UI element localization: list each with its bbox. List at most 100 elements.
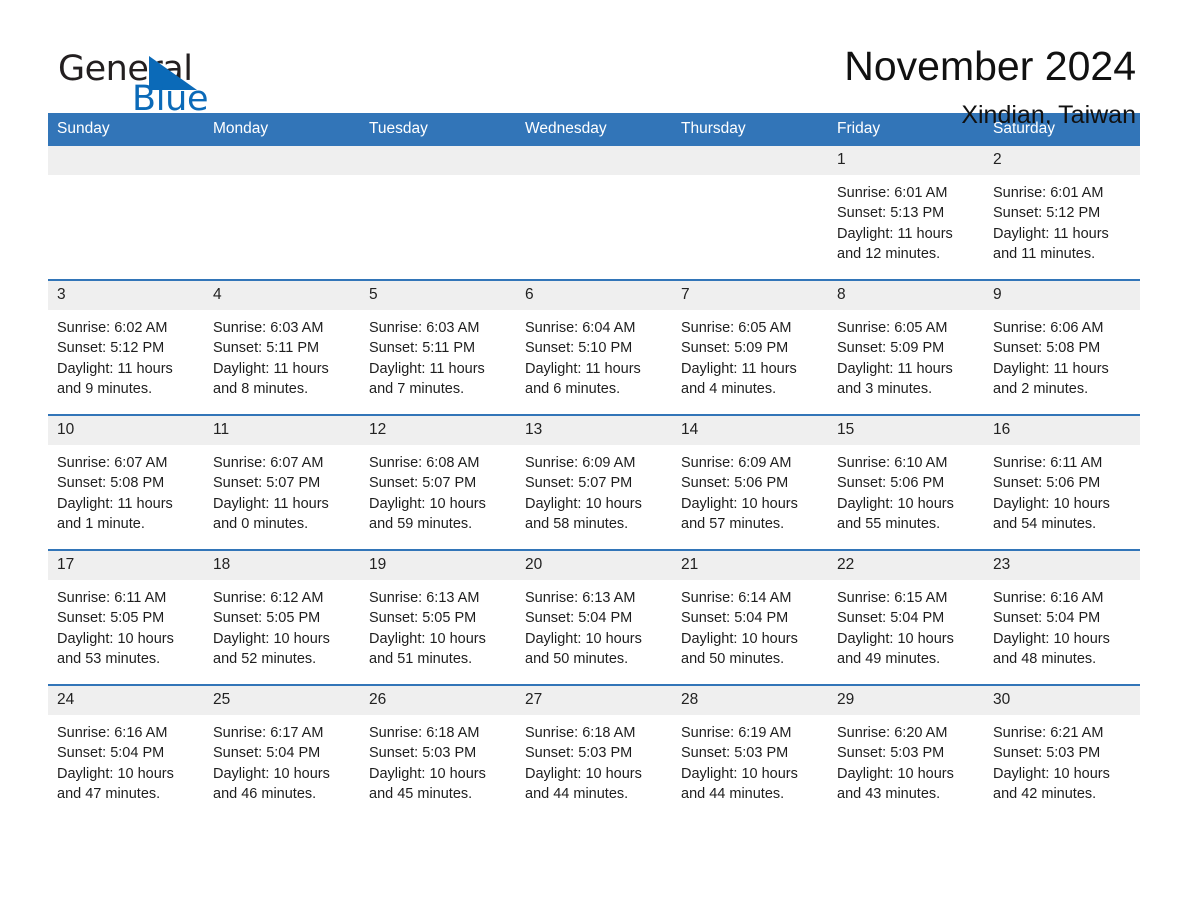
sunrise-text: Sunrise: 6:01 AM <box>993 185 1104 201</box>
day-cell[interactable]: 17 Sunrise: 6:11 AM Sunset: 5:05 PM Dayligh… <box>48 551 204 684</box>
day-cell[interactable]: 20 Sunrise: 6:13 AM Sunset: 5:04 PM Dayligh… <box>516 551 672 684</box>
sunrise-text: Sunrise: 6:07 AM <box>57 455 168 471</box>
day-details: Sunrise: 6:11 AM Sunset: 5:06 PM Daylight:… <box>984 445 1140 534</box>
day-cell[interactable]: 4 Sunrise: 6:03 AM Sunset: 5:11 PM Daylight… <box>204 281 360 414</box>
calendar-week-row: 17 Sunrise: 6:11 AM Sunset: 5:05 PM Dayligh… <box>48 549 1140 685</box>
day-cell[interactable]: 30 Sunrise: 6:21 AM Sunset: 5:03 PM Dayligh… <box>984 686 1140 819</box>
sunset-text: Sunset: 5:06 PM <box>681 475 789 492</box>
day-cell[interactable]: 19 Sunrise: 6:13 AM Sunset: 5:05 PM Dayligh… <box>360 551 516 684</box>
daylight-text: Daylight: 10 hours and 54 minutes. <box>993 495 1110 532</box>
day-cell[interactable]: 27 Sunrise: 6:18 AM Sunset: 5:03 PM Dayligh… <box>516 686 672 819</box>
day-cell[interactable]: 11 Sunrise: 6:07 AM Sunset: 5:07 PM Dayligh… <box>204 416 360 549</box>
calendar-cell: 4 Sunrise: 6:03 AM Sunset: 5:11 PM Daylight… <box>204 279 360 415</box>
day-cell[interactable]: 8 Sunrise: 6:05 AM Sunset: 5:09 PM Daylight… <box>828 281 984 414</box>
day-number: 18 <box>204 551 360 580</box>
calendar-cell: 3 Sunrise: 6:02 AM Sunset: 5:12 PM Daylight… <box>48 279 204 415</box>
day-details: Sunrise: 6:15 AM Sunset: 5:04 PM Daylight:… <box>828 580 984 669</box>
day-number: 26 <box>360 686 516 715</box>
sunrise-text: Sunrise: 6:16 AM <box>993 590 1104 606</box>
day-details: Sunrise: 6:03 AM Sunset: 5:11 PM Daylight:… <box>360 310 516 399</box>
day-cell[interactable]: 22 Sunrise: 6:15 AM Sunset: 5:04 PM Dayligh… <box>828 551 984 684</box>
calendar-cell: 14 Sunrise: 6:09 AM Sunset: 5:06 PM Dayligh… <box>672 414 828 550</box>
sunset-text: Sunset: 5:04 PM <box>681 610 789 627</box>
sunset-text: Sunset: 5:08 PM <box>993 340 1101 357</box>
calendar-cell: 2 Sunrise: 6:01 AM Sunset: 5:12 PM Daylight… <box>984 146 1140 280</box>
day-details: Sunrise: 6:01 AM Sunset: 5:12 PM Daylight:… <box>984 175 1140 264</box>
day-number: 1 <box>828 146 984 175</box>
day-cell[interactable]: 16 Sunrise: 6:11 AM Sunset: 5:06 PM Dayligh… <box>984 416 1140 549</box>
day-cell[interactable]: 7 Sunrise: 6:05 AM Sunset: 5:09 PM Daylight… <box>672 281 828 414</box>
calendar-cell: 26 Sunrise: 6:18 AM Sunset: 5:03 PM Dayligh… <box>360 684 516 819</box>
calendar-week-row: 3 Sunrise: 6:02 AM Sunset: 5:12 PM Daylight… <box>48 279 1140 415</box>
day-cell[interactable]: 15 Sunrise: 6:10 AM Sunset: 5:06 PM Dayligh… <box>828 416 984 549</box>
day-number: 10 <box>48 416 204 445</box>
calendar-cell: 20 Sunrise: 6:13 AM Sunset: 5:04 PM Dayligh… <box>516 549 672 685</box>
day-number: 15 <box>828 416 984 445</box>
day-cell[interactable]: 21 Sunrise: 6:14 AM Sunset: 5:04 PM Dayligh… <box>672 551 828 684</box>
day-cell[interactable]: 14 Sunrise: 6:09 AM Sunset: 5:06 PM Dayligh… <box>672 416 828 549</box>
day-number: 22 <box>828 551 984 580</box>
sunrise-text: Sunrise: 6:13 AM <box>369 590 480 606</box>
day-number: 11 <box>204 416 360 445</box>
sunrise-text: Sunrise: 6:09 AM <box>681 455 792 471</box>
sunset-text: Sunset: 5:05 PM <box>213 610 321 627</box>
empty-day-cell <box>360 146 516 279</box>
day-cell[interactable]: 29 Sunrise: 6:20 AM Sunset: 5:03 PM Dayligh… <box>828 686 984 819</box>
sunrise-sunset-calendar: Sunday Monday Tuesday Wednesday Thursday… <box>48 113 1140 819</box>
sunset-text: Sunset: 5:04 PM <box>525 610 633 627</box>
calendar-page: General Blue November 2024 Xindian, Taiw… <box>0 0 1188 918</box>
day-number: 4 <box>204 281 360 310</box>
day-details: Sunrise: 6:04 AM Sunset: 5:10 PM Daylight:… <box>516 310 672 399</box>
sunset-text: Sunset: 5:03 PM <box>525 745 633 762</box>
daylight-text: Daylight: 10 hours and 44 minutes. <box>681 765 798 802</box>
calendar-cell: 24 Sunrise: 6:16 AM Sunset: 5:04 PM Dayligh… <box>48 684 204 819</box>
day-cell[interactable]: 24 Sunrise: 6:16 AM Sunset: 5:04 PM Dayligh… <box>48 686 204 819</box>
day-number: 19 <box>360 551 516 580</box>
day-number: 24 <box>48 686 204 715</box>
day-cell[interactable]: 3 Sunrise: 6:02 AM Sunset: 5:12 PM Daylight… <box>48 281 204 414</box>
day-cell[interactable]: 28 Sunrise: 6:19 AM Sunset: 5:03 PM Dayligh… <box>672 686 828 819</box>
day-cell[interactable]: 6 Sunrise: 6:04 AM Sunset: 5:10 PM Daylight… <box>516 281 672 414</box>
day-number: 5 <box>360 281 516 310</box>
logo-word-blue: Blue <box>132 79 209 119</box>
sunset-text: Sunset: 5:04 PM <box>837 610 945 627</box>
sunrise-text: Sunrise: 6:02 AM <box>57 320 168 336</box>
sunset-text: Sunset: 5:04 PM <box>57 745 165 762</box>
day-number: 13 <box>516 416 672 445</box>
location-subtitle: Xindian, Taiwan <box>961 101 1136 130</box>
day-cell[interactable]: 13 Sunrise: 6:09 AM Sunset: 5:07 PM Dayligh… <box>516 416 672 549</box>
calendar-cell: 25 Sunrise: 6:17 AM Sunset: 5:04 PM Dayligh… <box>204 684 360 819</box>
day-cell[interactable]: 25 Sunrise: 6:17 AM Sunset: 5:04 PM Dayligh… <box>204 686 360 819</box>
day-cell[interactable]: 12 Sunrise: 6:08 AM Sunset: 5:07 PM Dayligh… <box>360 416 516 549</box>
day-cell[interactable]: 5 Sunrise: 6:03 AM Sunset: 5:11 PM Daylight… <box>360 281 516 414</box>
day-number: 23 <box>984 551 1140 580</box>
daylight-text: Daylight: 10 hours and 47 minutes. <box>57 765 174 802</box>
daylight-text: Daylight: 10 hours and 58 minutes. <box>525 495 642 532</box>
empty-day-cell <box>672 146 828 279</box>
day-cell[interactable]: 9 Sunrise: 6:06 AM Sunset: 5:08 PM Daylight… <box>984 281 1140 414</box>
sunset-text: Sunset: 5:13 PM <box>837 205 945 222</box>
calendar-week-row: 10 Sunrise: 6:07 AM Sunset: 5:08 PM Dayligh… <box>48 414 1140 550</box>
calendar-cell: 15 Sunrise: 6:10 AM Sunset: 5:06 PM Dayligh… <box>828 414 984 550</box>
sunset-text: Sunset: 5:10 PM <box>525 340 633 357</box>
sunrise-text: Sunrise: 6:05 AM <box>681 320 792 336</box>
calendar-cell: 18 Sunrise: 6:12 AM Sunset: 5:05 PM Dayligh… <box>204 549 360 685</box>
day-cell[interactable]: 18 Sunrise: 6:12 AM Sunset: 5:05 PM Dayligh… <box>204 551 360 684</box>
day-cell[interactable]: 23 Sunrise: 6:16 AM Sunset: 5:04 PM Dayligh… <box>984 551 1140 684</box>
daylight-text: Daylight: 11 hours and 7 minutes. <box>369 360 485 397</box>
day-cell[interactable]: 1 Sunrise: 6:01 AM Sunset: 5:13 PM Daylight… <box>828 146 984 279</box>
day-cell[interactable]: 2 Sunrise: 6:01 AM Sunset: 5:12 PM Daylight… <box>984 146 1140 279</box>
day-cell[interactable]: 10 Sunrise: 6:07 AM Sunset: 5:08 PM Dayligh… <box>48 416 204 549</box>
sunset-text: Sunset: 5:05 PM <box>369 610 477 627</box>
calendar-cell: 6 Sunrise: 6:04 AM Sunset: 5:10 PM Daylight… <box>516 279 672 415</box>
sunset-text: Sunset: 5:08 PM <box>57 475 165 492</box>
day-details: Sunrise: 6:09 AM Sunset: 5:07 PM Daylight:… <box>516 445 672 534</box>
day-number: 17 <box>48 551 204 580</box>
sunrise-text: Sunrise: 6:16 AM <box>57 725 168 741</box>
day-cell[interactable]: 26 Sunrise: 6:18 AM Sunset: 5:03 PM Dayligh… <box>360 686 516 819</box>
calendar-week-row: 24 Sunrise: 6:16 AM Sunset: 5:04 PM Dayligh… <box>48 684 1140 819</box>
calendar-cell: 1 Sunrise: 6:01 AM Sunset: 5:13 PM Daylight… <box>828 146 984 280</box>
day-details: Sunrise: 6:14 AM Sunset: 5:04 PM Daylight:… <box>672 580 828 669</box>
calendar-cell <box>204 146 360 280</box>
calendar-cell: 22 Sunrise: 6:15 AM Sunset: 5:04 PM Dayligh… <box>828 549 984 685</box>
